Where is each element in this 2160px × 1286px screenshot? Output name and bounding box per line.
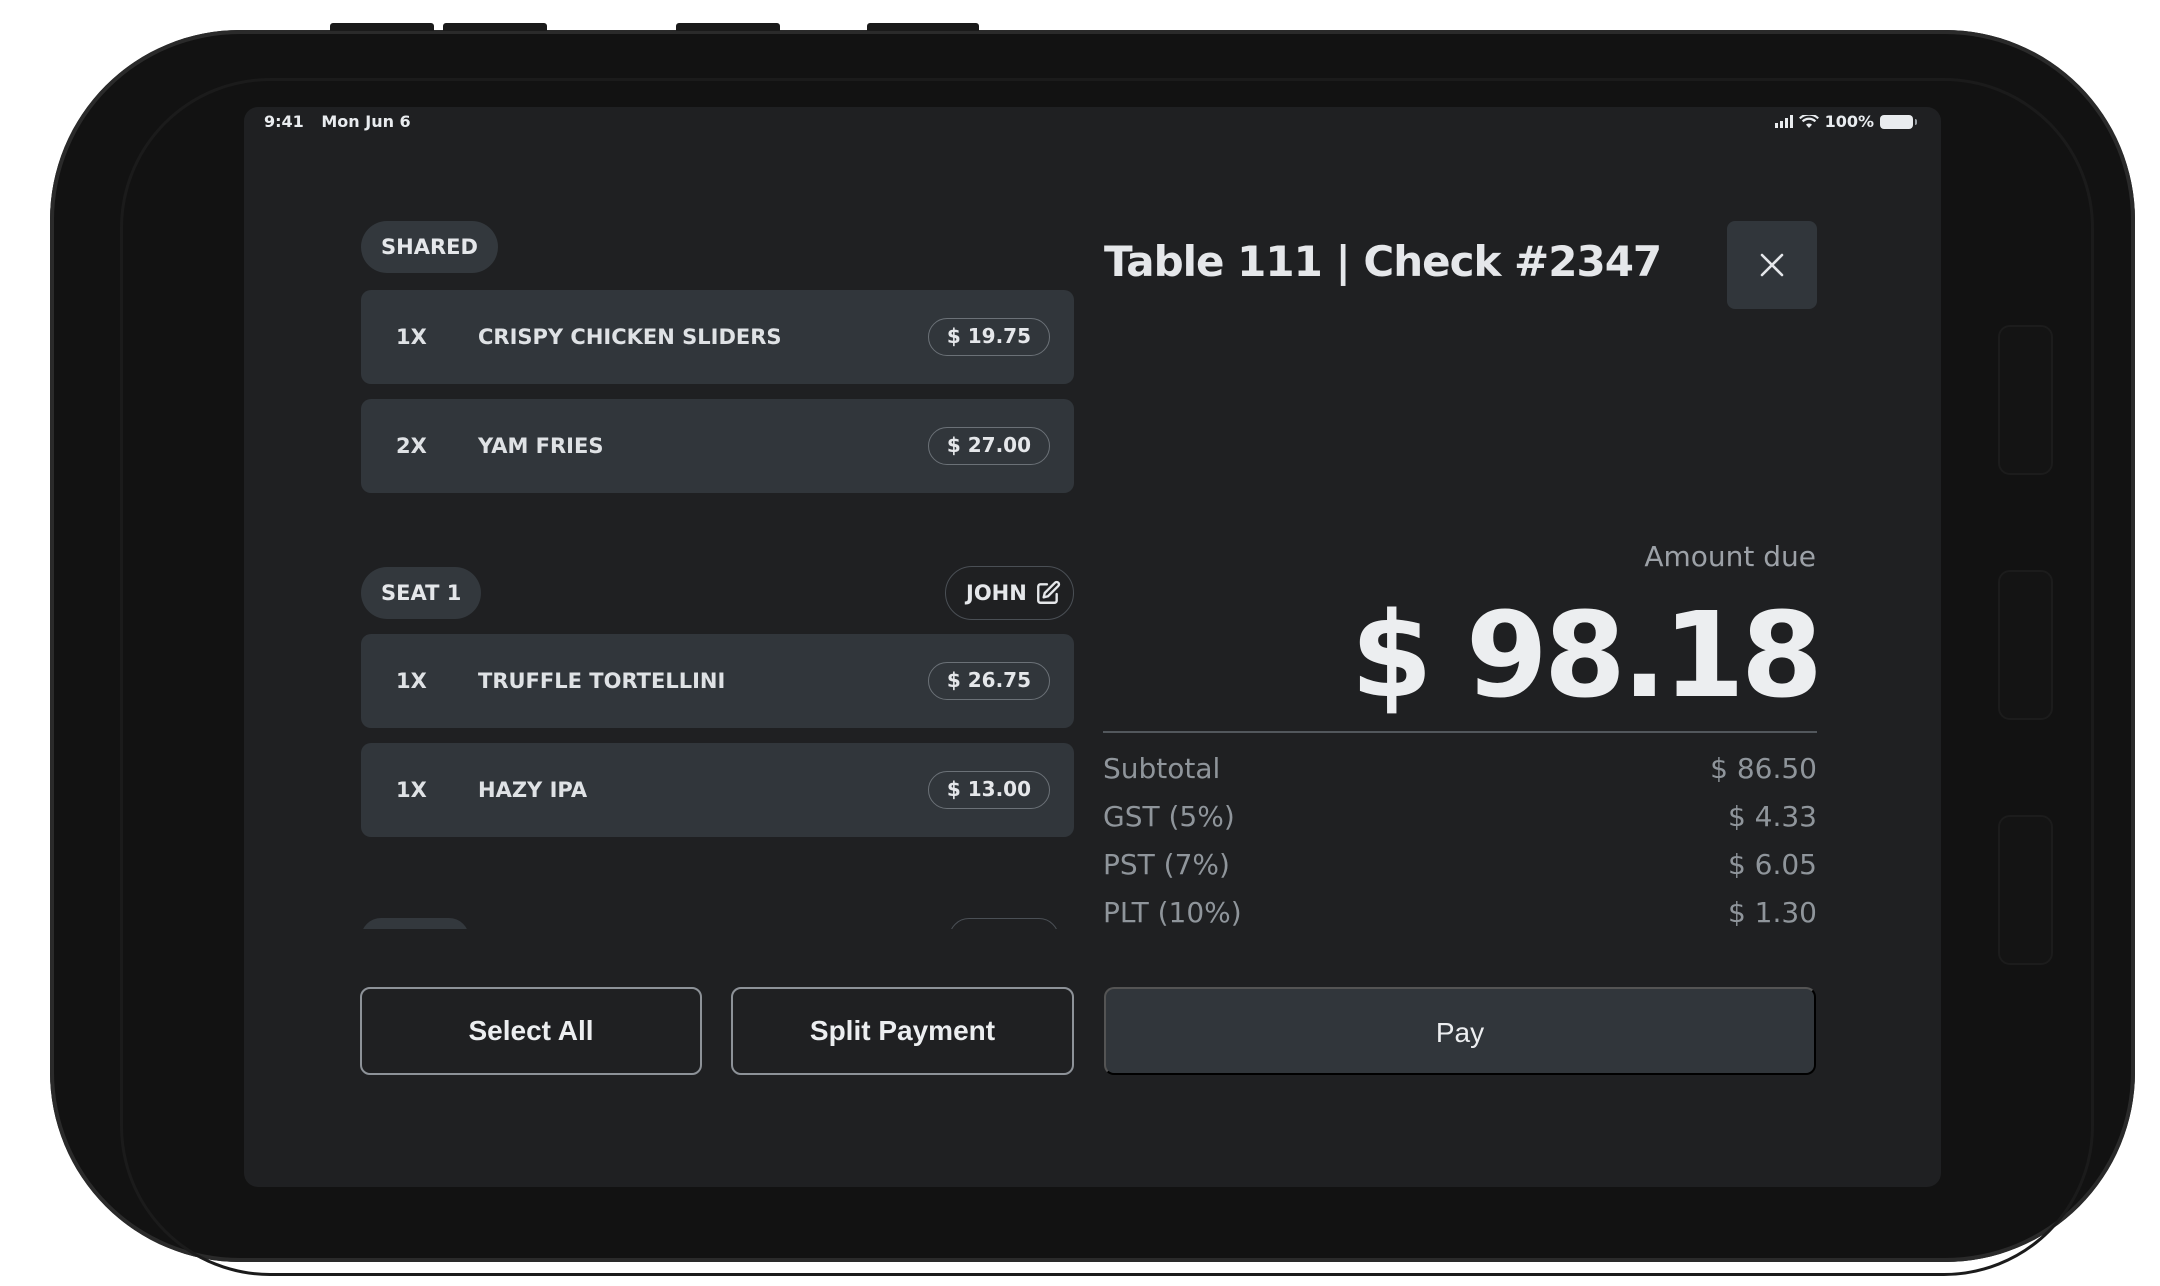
split-payment-button[interactable]: Split Payment xyxy=(731,987,1074,1075)
totals-divider xyxy=(1103,731,1817,733)
amount-due-label: Amount due xyxy=(1644,540,1816,573)
battery-percent: 100% xyxy=(1824,112,1874,131)
item-name: YAM FRIES xyxy=(478,434,604,458)
totals-value: $ 6.05 xyxy=(1727,848,1817,881)
top-hardware-button xyxy=(330,23,434,31)
item-price: $ 27.00 xyxy=(927,427,1050,465)
status-time: 9:41 xyxy=(264,112,304,131)
item-name: CRISPY CHICKEN SLIDERS xyxy=(478,325,782,349)
side-hardware-button xyxy=(1998,325,2053,475)
app-screen: 9:41 Mon Jun 6 100% SHARED 1X CRISPY CHI… xyxy=(244,107,1941,1187)
totals-value: $ 1.30 xyxy=(1727,896,1817,929)
guest-name: JOHN xyxy=(966,580,1027,605)
edit-guest-name-button[interactable]: JOHN xyxy=(945,566,1074,620)
wifi-icon xyxy=(1798,114,1819,128)
next-group-peek xyxy=(361,915,1074,929)
close-icon xyxy=(1760,253,1784,277)
group-label-shared: SHARED xyxy=(361,221,498,273)
side-hardware-button xyxy=(1998,815,2053,965)
order-item-row[interactable]: 1X TRUFFLE TORTELLINI $ 26.75 xyxy=(361,634,1074,728)
status-date: Mon Jun 6 xyxy=(321,112,411,131)
battery-icon xyxy=(1880,114,1917,129)
item-price: $ 26.75 xyxy=(927,662,1050,700)
totals-row: Subtotal $ 86.50 xyxy=(1103,752,1817,792)
top-hardware-button xyxy=(676,23,780,31)
order-item-row[interactable]: 1X HAZY IPA $ 13.00 xyxy=(361,743,1074,837)
edit-icon xyxy=(1036,580,1060,604)
status-bar: 9:41 Mon Jun 6 100% xyxy=(244,107,1941,137)
totals-row: PLT (10%) $ 1.30 xyxy=(1103,896,1817,936)
item-price: $ 19.75 xyxy=(927,318,1050,356)
totals-label: PST (7%) xyxy=(1103,848,1230,881)
totals-value: $ 4.33 xyxy=(1727,800,1817,833)
group-label-seat-1: SEAT 1 xyxy=(361,567,482,619)
check-title: Table 111 | Check #2347 xyxy=(1104,237,1662,286)
item-quantity: 1X xyxy=(396,669,427,693)
top-hardware-button xyxy=(867,23,979,31)
order-item-row[interactable]: 1X CRISPY CHICKEN SLIDERS $ 19.75 xyxy=(361,290,1074,384)
item-quantity: 1X xyxy=(396,778,427,802)
totals-row: GST (5%) $ 4.33 xyxy=(1103,800,1817,840)
pay-button[interactable]: Pay xyxy=(1104,987,1816,1075)
totals-value: $ 86.50 xyxy=(1710,752,1817,785)
totals-label: GST (5%) xyxy=(1103,800,1235,833)
item-name: TRUFFLE TORTELLINI xyxy=(478,669,726,693)
totals-label: PLT (10%) xyxy=(1103,896,1242,929)
totals-row: PST (7%) $ 6.05 xyxy=(1103,848,1817,888)
order-item-row[interactable]: 2X YAM FRIES $ 27.00 xyxy=(361,399,1074,493)
select-all-button[interactable]: Select All xyxy=(360,987,702,1075)
close-button[interactable] xyxy=(1727,221,1817,309)
item-name: HAZY IPA xyxy=(478,778,588,802)
totals-label: Subtotal xyxy=(1103,752,1221,785)
amount-due-value: $ 98.18 xyxy=(1350,586,1823,724)
item-quantity: 1X xyxy=(396,325,427,349)
top-hardware-button xyxy=(443,23,547,31)
side-hardware-button xyxy=(1998,570,2053,720)
cellular-signal-icon xyxy=(1774,115,1793,128)
item-price: $ 13.00 xyxy=(927,771,1050,809)
item-quantity: 2X xyxy=(396,434,427,458)
